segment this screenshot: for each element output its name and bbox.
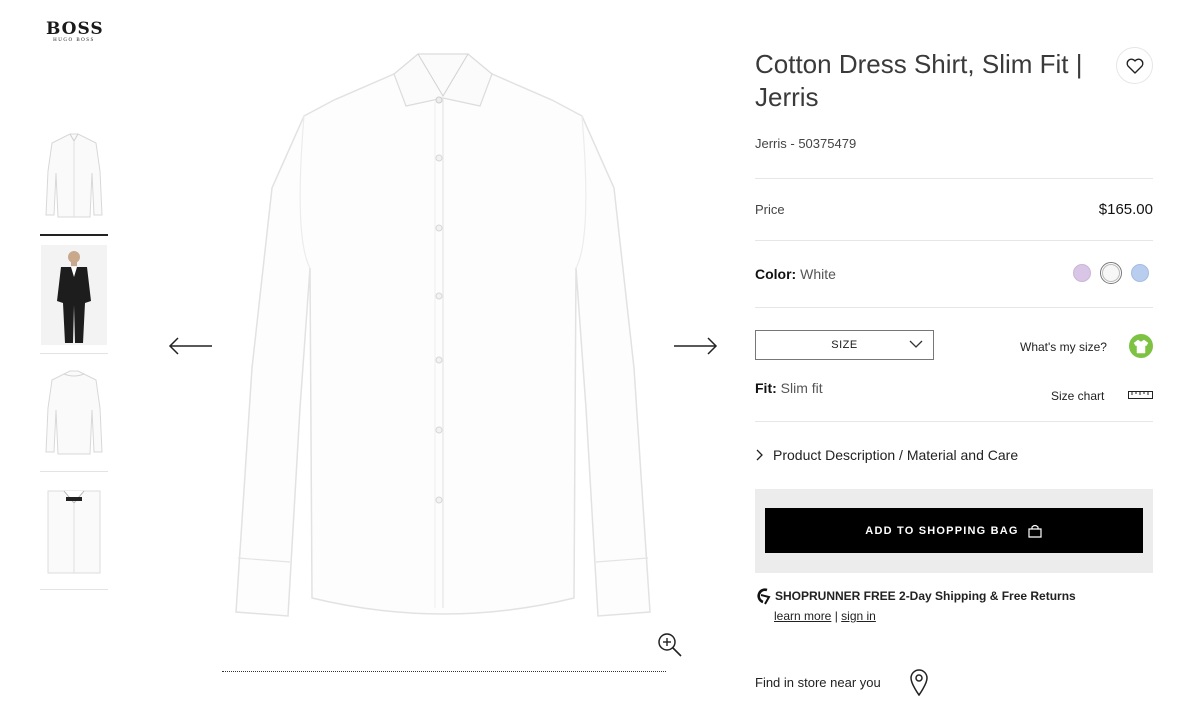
logo-sub: HUGO BOSS	[53, 38, 95, 43]
swatch-lavender[interactable]	[1071, 262, 1093, 284]
fit-info: Fit: Slim fit	[755, 380, 823, 396]
divider	[755, 307, 1153, 308]
thumbnail-model-suit[interactable]	[40, 236, 108, 354]
color-swatches	[1071, 262, 1151, 284]
chevron-right-icon	[756, 449, 763, 461]
location-pin-icon[interactable]	[909, 668, 929, 696]
divider	[755, 240, 1153, 241]
find-in-store-link[interactable]: Find in store near you	[755, 675, 881, 690]
add-to-bag-label: ADD TO SHOPPING BAG	[865, 524, 1019, 537]
add-to-shopping-bag-button[interactable]: ADD TO SHOPPING BAG	[765, 508, 1143, 553]
add-to-bag-panel: ADD TO SHOPPING BAG	[755, 489, 1153, 573]
product-title: Cotton Dress Shirt, Slim Fit | Jerris	[755, 49, 1083, 112]
shirt-thumbnail-image	[45, 133, 103, 218]
product-description-toggle[interactable]: Product Description / Material and Care	[755, 447, 1018, 463]
logo-main: BOSS	[46, 19, 104, 39]
folded-shirt-thumbnail-image	[47, 490, 101, 573]
fit-value: Slim fit	[780, 380, 823, 396]
divider	[755, 421, 1153, 422]
divider	[755, 178, 1153, 179]
next-image-arrow-icon[interactable]	[672, 336, 718, 356]
shirt-back-thumbnail-image	[45, 370, 103, 454]
swatch-white[interactable]	[1100, 262, 1122, 284]
size-dropdown[interactable]: SIZE	[755, 330, 934, 360]
color-label: Color:	[755, 266, 797, 282]
thumbnail-shirt-folded[interactable]	[40, 472, 108, 590]
thumbnail-list	[40, 118, 108, 590]
chevron-down-icon	[909, 340, 923, 348]
color-selection: Color: White	[755, 266, 836, 282]
zoom-in-icon[interactable]	[657, 632, 683, 658]
swatch-light-blue[interactable]	[1129, 262, 1151, 284]
product-sku: Jerris - 50375479	[755, 136, 857, 151]
product-main-image[interactable]	[222, 38, 666, 628]
link-separator: |	[834, 609, 838, 623]
brand-logo[interactable]: BOSS HUGO BOSS	[46, 19, 104, 44]
size-advisor-shirt-icon[interactable]	[1129, 334, 1153, 358]
color-value: White	[800, 266, 836, 282]
learn-more-link[interactable]: learn more	[774, 609, 831, 623]
product-details-panel: Cotton Dress Shirt, Slim Fit | Jerris Je…	[755, 0, 1153, 718]
price-label: Price	[755, 202, 785, 217]
shoprunner-links: learn more | sign in	[774, 609, 876, 623]
swatch-light-blue-fill	[1131, 264, 1149, 282]
heart-icon	[1126, 58, 1143, 74]
sign-in-link[interactable]: sign in	[841, 609, 876, 623]
size-dropdown-label: SIZE	[831, 339, 858, 351]
swatch-white-fill	[1102, 264, 1120, 282]
shopping-bag-icon	[1028, 524, 1042, 538]
ruler-icon[interactable]	[1128, 390, 1153, 400]
whats-my-size-link[interactable]: What's my size?	[1020, 340, 1107, 354]
product-description-label: Product Description / Material and Care	[773, 447, 1019, 463]
price-value: $165.00	[1098, 201, 1153, 218]
model-thumbnail-image	[41, 244, 107, 345]
image-progress-divider	[222, 671, 666, 672]
shoprunner-logo-icon	[757, 588, 771, 605]
shirt-image	[235, 53, 651, 617]
swatch-lavender-fill	[1073, 264, 1091, 282]
thumbnail-shirt-front[interactable]	[40, 118, 108, 236]
thumbnail-shirt-back[interactable]	[40, 354, 108, 472]
previous-image-arrow-icon[interactable]	[168, 336, 214, 356]
wishlist-heart-button[interactable]	[1116, 47, 1153, 84]
shoprunner-text: SHOPRUNNER FREE 2-Day Shipping & Free Re…	[775, 589, 1076, 603]
size-chart-link[interactable]: Size chart	[1051, 389, 1104, 403]
fit-label: Fit:	[755, 380, 777, 396]
shoprunner-banner: SHOPRUNNER FREE 2-Day Shipping & Free Re…	[755, 587, 1076, 605]
